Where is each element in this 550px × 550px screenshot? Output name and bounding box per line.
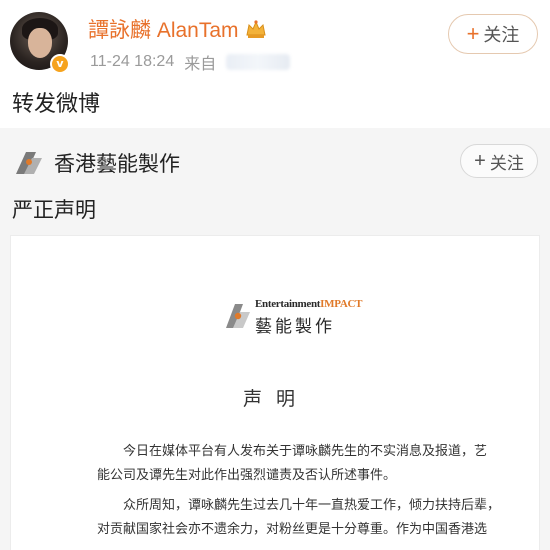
company-logo-icon <box>226 304 250 328</box>
logo-english-left: Entertainment <box>255 298 321 310</box>
retweet-content: 严正声明 <box>12 198 96 222</box>
crown-icon <box>245 20 266 38</box>
statement-body: 今日在媒体平台有人发布关于谭咏麟先生的不实消息及报道，艺 能公司及谭先生对此作出… <box>97 440 501 542</box>
retweet-follow-label: 关注 <box>489 153 524 173</box>
retweet-account-name[interactable]: 香港藝能製作 <box>54 148 180 178</box>
statement-line: 众所周知，谭咏麟先生过去几十年一直热爱工作，倾力扶持后辈， <box>123 498 501 513</box>
username-text[interactable]: 譚詠麟 AlanTam <box>88 14 239 44</box>
retweeted-post[interactable]: 香港藝能製作 + 关注 严正声明 EntertainmentIMPACT 藝能製… <box>0 128 550 550</box>
follow-button-label: 关注 <box>483 25 520 45</box>
post-timestamp: 11-24 18:24 <box>90 53 175 70</box>
plus-icon: + <box>466 21 480 46</box>
follow-button[interactable]: + 关注 <box>448 14 538 54</box>
post-content: 转发微博 <box>12 92 101 117</box>
logo-english: EntertainmentIMPACT <box>255 298 362 310</box>
statement-title: 声明 <box>242 388 309 410</box>
avatar-face <box>28 28 52 58</box>
statement-line: 能公司及谭先生对此作出强烈谴责及否认所述事件。 <box>97 468 397 483</box>
logo-chinese: 藝能製作 <box>255 317 335 337</box>
retweet-follow-button[interactable]: + 关注 <box>460 144 538 178</box>
statement-line: 对贡献国家社会亦不遗余力，对粉丝更是十分尊重。作为中国香港选 <box>97 522 488 537</box>
entertainment-impact-logo-icon[interactable] <box>12 148 46 178</box>
verified-badge-icon: v <box>50 54 70 74</box>
statement-line: 今日在媒体平台有人发布关于谭咏麟先生的不实消息及报道，艺 <box>123 444 488 459</box>
username[interactable]: 譚詠麟 AlanTam <box>88 14 267 44</box>
logo-english-right: IMPACT <box>320 298 363 310</box>
weibo-post-view: v 譚詠麟 AlanTam 11-24 18:24 来自 + 关注 转发微博 香… <box>0 0 550 550</box>
statement-logo: EntertainmentIMPACT 藝能製作 <box>223 298 362 340</box>
post-header: v 譚詠麟 AlanTam 11-24 18:24 来自 + 关注 <box>0 0 550 84</box>
post-source-prefix: 来自 <box>184 56 217 73</box>
post-source-redacted <box>226 54 291 70</box>
plus-icon: + <box>474 149 486 172</box>
post-meta: 11-24 18:24 来自 <box>90 50 291 74</box>
statement-image[interactable]: EntertainmentIMPACT 藝能製作 声明 今日在媒体平台有人发布关… <box>10 235 540 550</box>
